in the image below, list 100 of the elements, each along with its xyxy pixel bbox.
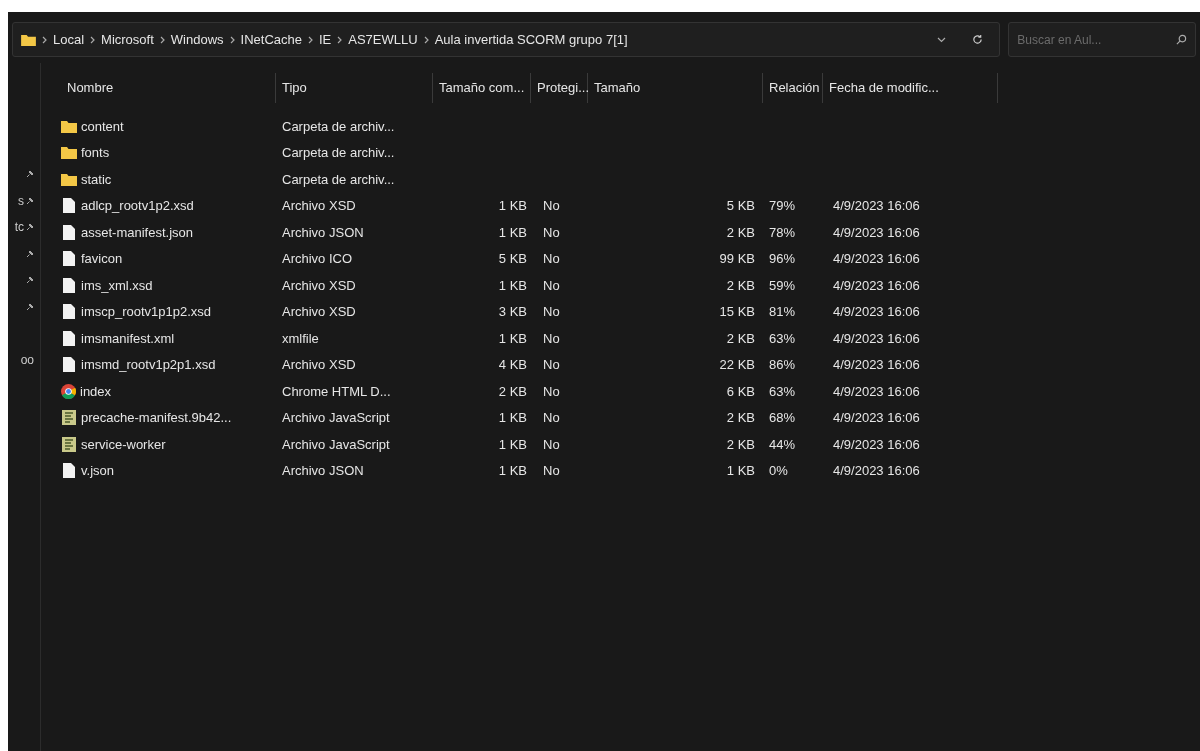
breadcrumb[interactable]: Microsoft bbox=[101, 29, 154, 50]
document-icon bbox=[63, 251, 75, 267]
table-cell: 96% bbox=[769, 251, 796, 266]
document-icon bbox=[63, 277, 75, 293]
file-name[interactable]: index bbox=[80, 381, 112, 401]
table-cell: 63% bbox=[769, 330, 796, 346]
dropdown-icon[interactable] bbox=[937, 36, 947, 43]
breadcrumb[interactable]: Windows bbox=[170, 29, 224, 50]
chevron-icon bbox=[423, 35, 429, 44]
pin-icon bbox=[26, 249, 34, 258]
table-cell: 15 KB bbox=[719, 304, 755, 319]
breadcrumb[interactable]: IE bbox=[319, 29, 332, 50]
document-icon bbox=[63, 224, 75, 240]
breadcrumb[interactable]: AS7EWLLU bbox=[348, 29, 418, 50]
breadcrumb[interactable]: Local bbox=[53, 29, 85, 50]
table-cell: 44% bbox=[769, 436, 796, 452]
table-cell: 4/9/2023 16:06 bbox=[833, 357, 920, 372]
sidebar-item[interactable]: tc bbox=[14, 221, 24, 234]
file-name[interactable]: asset-manifest.json bbox=[81, 222, 193, 242]
table-cell: No bbox=[543, 277, 560, 293]
document-icon bbox=[63, 463, 75, 479]
file-name[interactable]: service-worker bbox=[81, 434, 166, 454]
table-cell: Archivo XSD bbox=[282, 304, 356, 319]
refresh-icon[interactable] bbox=[972, 34, 984, 45]
table-cell: Archivo ICO bbox=[282, 251, 353, 266]
file-name[interactable]: imscp_rootv1p1p2.xsd bbox=[81, 302, 212, 322]
chevron-icon bbox=[159, 35, 165, 44]
chevron-icon bbox=[229, 35, 235, 44]
search-icon bbox=[1176, 34, 1187, 45]
sidebar-item[interactable]: s bbox=[18, 194, 24, 207]
document-icon bbox=[63, 198, 75, 214]
file-name[interactable]: fonts bbox=[81, 143, 110, 163]
file-name[interactable]: imsmd_rootv1p2p1.xsd bbox=[81, 355, 216, 375]
table-cell: 78% bbox=[769, 224, 796, 240]
table-cell: 63% bbox=[769, 383, 796, 399]
table-cell: 1 KB bbox=[498, 330, 527, 346]
table-cell: 1 KB bbox=[726, 463, 755, 478]
table-cell: 3 KB bbox=[498, 304, 527, 319]
document-icon bbox=[63, 304, 75, 320]
column-header[interactable]: Tamaño bbox=[588, 73, 763, 103]
table-cell: Archivo JSON bbox=[282, 224, 364, 240]
table-cell: 59% bbox=[769, 277, 796, 293]
column-header[interactable]: Tamaño com... bbox=[433, 73, 531, 103]
table-cell: 1 KB bbox=[498, 463, 527, 478]
column-header[interactable]: Protegi... bbox=[531, 73, 588, 103]
table-cell: 6 KB bbox=[726, 383, 755, 399]
breadcrumb[interactable]: INetCache bbox=[240, 29, 302, 50]
table-cell: 0% bbox=[769, 463, 788, 478]
table-cell: 4/9/2023 16:06 bbox=[833, 463, 920, 478]
file-name[interactable]: adlcp_rootv1p2.xsd bbox=[81, 196, 194, 216]
table-cell: 1 KB bbox=[498, 277, 527, 293]
file-name[interactable]: v.json bbox=[81, 461, 114, 481]
table-cell: No bbox=[543, 198, 560, 213]
table-cell: 1 KB bbox=[498, 410, 527, 425]
table-cell: 1 KB bbox=[498, 436, 527, 452]
pin-icon bbox=[26, 276, 34, 285]
table-cell: 4/9/2023 16:06 bbox=[833, 198, 920, 213]
table-cell: 99 KB bbox=[719, 251, 755, 266]
table-cell: Archivo XSD bbox=[282, 198, 356, 213]
table-cell: No bbox=[543, 383, 560, 399]
table-cell: No bbox=[543, 251, 560, 266]
pin-icon bbox=[26, 196, 34, 205]
column-header[interactable]: Relación bbox=[763, 73, 823, 103]
table-cell: No bbox=[543, 410, 560, 425]
column-header[interactable]: Tipo bbox=[276, 73, 433, 103]
table-cell: 4/9/2023 16:06 bbox=[833, 330, 920, 346]
table-cell: 2 KB bbox=[498, 383, 527, 399]
file-name[interactable]: static bbox=[81, 169, 112, 189]
table-cell: 4/9/2023 16:06 bbox=[833, 436, 920, 452]
table-cell: 5 KB bbox=[726, 198, 755, 213]
document-icon bbox=[63, 357, 75, 373]
file-name[interactable]: favicon bbox=[81, 249, 123, 269]
file-name[interactable]: ims_xml.xsd bbox=[81, 275, 153, 295]
table-cell: 68% bbox=[769, 410, 796, 425]
table-cell: 4 KB bbox=[498, 357, 527, 372]
folder-icon bbox=[61, 146, 77, 160]
file-name[interactable]: content bbox=[81, 116, 124, 136]
script-file-icon bbox=[62, 410, 76, 426]
table-cell: 4/9/2023 16:06 bbox=[833, 410, 920, 425]
table-cell: 1 KB bbox=[498, 198, 527, 213]
table-cell: Carpeta de archiv... bbox=[282, 118, 395, 134]
sidebar-item[interactable]: oo bbox=[20, 353, 34, 366]
breadcrumb[interactable]: Aula invertida SCORM grupo 7[1] bbox=[434, 29, 628, 50]
pin-icon bbox=[26, 223, 34, 232]
folder-icon bbox=[61, 172, 77, 186]
table-cell: No bbox=[543, 330, 560, 346]
chevron-icon bbox=[90, 35, 96, 44]
table-cell: 4/9/2023 16:06 bbox=[833, 224, 920, 240]
table-cell: Archivo XSD bbox=[282, 357, 356, 372]
column-header[interactable]: Nombre bbox=[53, 73, 276, 103]
column-header[interactable]: Fecha de modific... bbox=[823, 73, 998, 103]
file-name[interactable]: imsmanifest.xml bbox=[81, 328, 175, 348]
file-name[interactable]: precache-manifest.9b42... bbox=[81, 408, 232, 428]
table-cell: Carpeta de archiv... bbox=[282, 171, 395, 187]
table-cell: 2 KB bbox=[726, 277, 755, 293]
folder-icon bbox=[61, 119, 77, 133]
table-cell: No bbox=[543, 224, 560, 240]
address-bar[interactable]: Local Microsoft Windows INetCache IE AS7EWLLU Aula invertida SCORM grupo 7[1] bbox=[12, 22, 1001, 57]
table-cell: 5 KB bbox=[498, 251, 527, 266]
table-cell: xmlfile bbox=[282, 330, 319, 346]
